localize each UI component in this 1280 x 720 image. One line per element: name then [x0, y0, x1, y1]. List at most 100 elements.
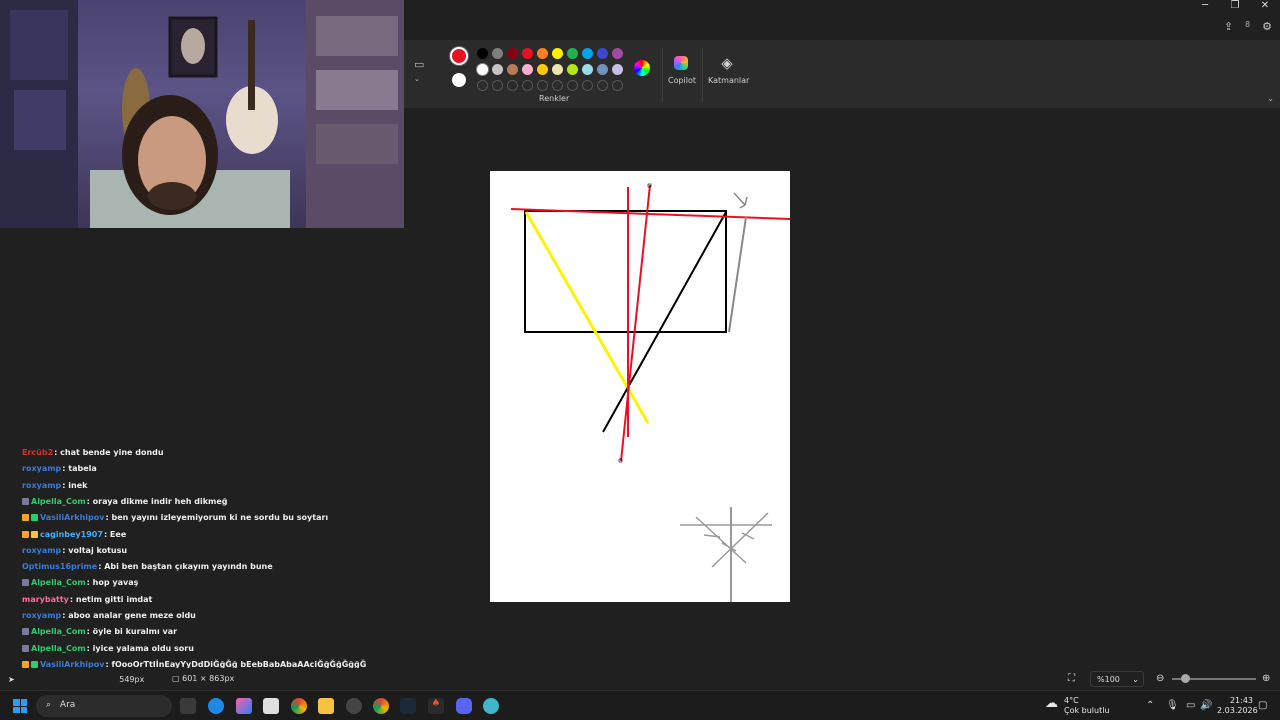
custom-color-slot[interactable] — [477, 80, 488, 91]
color-swatch[interactable] — [477, 64, 488, 75]
chevron-up-icon[interactable]: ⌃ — [1146, 700, 1154, 711]
custom-color-slot[interactable] — [567, 80, 578, 91]
colors-group-label: Renkler — [539, 94, 570, 103]
chat-username[interactable]: Alpella_Com — [31, 578, 86, 587]
microphone-icon[interactable]: 🎙 — [1166, 700, 1179, 711]
edge-browser-icon[interactable] — [208, 698, 224, 714]
color-swatch[interactable] — [507, 48, 518, 59]
edit-colors-icon[interactable] — [634, 60, 650, 76]
custom-color-slot[interactable] — [582, 80, 593, 91]
layers-button[interactable]: ◈ Katmanlar — [708, 54, 750, 85]
color-swatch[interactable] — [522, 64, 533, 75]
color-swatch[interactable] — [597, 48, 608, 59]
drawing-canvas[interactable] — [490, 171, 791, 602]
custom-color-slot[interactable] — [612, 80, 623, 91]
color-swatch[interactable] — [537, 48, 548, 59]
color-swatch[interactable] — [477, 48, 488, 59]
chat-username[interactable]: Ercüb2 — [22, 448, 53, 457]
chrome-icon[interactable] — [291, 698, 307, 714]
zoom-slider-thumb[interactable] — [1181, 674, 1190, 683]
layers-label: Katmanlar — [708, 76, 750, 85]
discord-icon[interactable] — [456, 698, 472, 714]
chat-username[interactable]: VasiliArkhipov — [40, 513, 104, 522]
color-swatch[interactable] — [567, 48, 578, 59]
cloud-icon: ☁ — [1045, 696, 1058, 711]
color-swatch[interactable] — [522, 48, 533, 59]
color-swatch[interactable] — [552, 48, 563, 59]
obs-icon[interactable] — [346, 698, 362, 714]
color-swatch[interactable] — [582, 64, 593, 75]
chat-message: roxyamp: inek — [22, 481, 87, 491]
primary-color-swatch[interactable] — [450, 47, 468, 65]
secondary-color-swatch[interactable] — [452, 73, 466, 87]
color-swatch[interactable] — [492, 64, 503, 75]
clock-date: 2.03.2026 — [1217, 706, 1258, 715]
notification-badge[interactable]: 8 — [1245, 20, 1250, 33]
chat-username[interactable]: Alpella_Com — [31, 627, 86, 636]
custom-color-slot[interactable] — [522, 80, 533, 91]
custom-color-slot[interactable] — [552, 80, 563, 91]
restore-button[interactable]: ❐ — [1220, 0, 1250, 14]
chat-username[interactable]: caginbey1907 — [40, 530, 103, 539]
color-swatch[interactable] — [492, 48, 503, 59]
settings-gear-icon[interactable]: ⚙ — [1262, 20, 1272, 33]
color-swatch[interactable] — [597, 64, 608, 75]
chat-username[interactable]: roxyamp — [22, 481, 61, 490]
weather-widget[interactable]: ☁ 4°C Çok bulutlu — [1045, 696, 1110, 716]
zoom-select[interactable]: %100 ⌄ — [1090, 671, 1144, 687]
custom-color-slot[interactable] — [507, 80, 518, 91]
color-swatch[interactable] — [567, 64, 578, 75]
chat-text: : ben yayını izleyemiyorum ki ne sordu b… — [105, 513, 329, 523]
chat-username[interactable]: marybatty — [22, 595, 69, 604]
chat-username[interactable]: roxyamp — [22, 611, 61, 620]
minimize-button[interactable]: ─ — [1190, 0, 1220, 14]
chat-message: Alpella_Com: oraya dikme indir heh dikme… — [22, 497, 228, 507]
chat-username[interactable]: Alpella_Com — [31, 497, 86, 506]
zoom-in-icon[interactable]: ⊕ — [1262, 673, 1270, 684]
task-view-icon[interactable] — [180, 698, 196, 714]
chat-username[interactable]: Optimus16prime — [22, 562, 97, 571]
chevron-down-icon: ⌄ — [1132, 675, 1139, 684]
chat-username[interactable]: roxyamp — [22, 464, 61, 473]
color-swatch[interactable] — [507, 64, 518, 75]
pencil-badge-icon — [22, 497, 29, 505]
paint-ribbon: ▭ ⌄ Renkler Copilot ◈ Katmanlar ⌄ — [404, 40, 1280, 108]
game-launcher-icon[interactable]: ♠ — [428, 698, 444, 714]
fit-to-window-icon[interactable]: ⛶ — [1068, 673, 1075, 684]
chrome-profile-icon[interactable] — [373, 698, 389, 714]
selection-tool-icon[interactable]: ▭ ⌄ — [414, 58, 424, 84]
color-swatch[interactable] — [612, 64, 623, 75]
clock[interactable]: 21:43 2.03.2026 — [1217, 696, 1258, 716]
chat-message: Alpella_Com: iyice yalama oldu soru — [22, 644, 194, 654]
notification-icon[interactable]: ▢ — [1258, 700, 1267, 711]
chat-username[interactable]: roxyamp — [22, 546, 61, 555]
taskbar-search[interactable]: ⌕ Ara — [36, 695, 172, 717]
chat-message: roxyamp: aboo analar gene meze oldu — [22, 611, 196, 621]
close-button[interactable]: ✕ — [1250, 0, 1280, 14]
steam-icon[interactable] — [400, 698, 416, 714]
pencil-badge-icon — [22, 644, 29, 652]
chat-username[interactable]: Alpella_Com — [31, 644, 86, 653]
share-icon[interactable]: ⇪ — [1224, 20, 1233, 33]
chat-message: Alpella_Com: öyle bi kuralmı var — [22, 627, 177, 637]
custom-color-slot[interactable] — [537, 80, 548, 91]
copilot-button[interactable]: Copilot — [668, 54, 696, 85]
color-swatch[interactable] — [612, 48, 623, 59]
zoom-out-icon[interactable]: ⊖ — [1156, 673, 1164, 684]
copilot-icon — [674, 56, 688, 70]
color-swatch[interactable] — [582, 48, 593, 59]
store-icon[interactable] — [263, 698, 279, 714]
ribbon-collapse-chevron-icon[interactable]: ⌄ — [1267, 94, 1274, 103]
network-icon[interactable]: ▭ — [1186, 700, 1195, 711]
gift-badge-icon — [31, 514, 38, 522]
custom-color-slot[interactable] — [597, 80, 608, 91]
copilot-app-icon[interactable] — [236, 698, 252, 714]
cursor-icon: ➤ — [8, 675, 15, 684]
volume-icon[interactable]: 🔊 — [1200, 700, 1212, 711]
windows-start-icon[interactable] — [13, 699, 27, 713]
custom-color-slot[interactable] — [492, 80, 503, 91]
color-swatch[interactable] — [552, 64, 563, 75]
paint-icon[interactable] — [483, 698, 499, 714]
file-explorer-icon[interactable] — [318, 698, 334, 714]
color-swatch[interactable] — [537, 64, 548, 75]
